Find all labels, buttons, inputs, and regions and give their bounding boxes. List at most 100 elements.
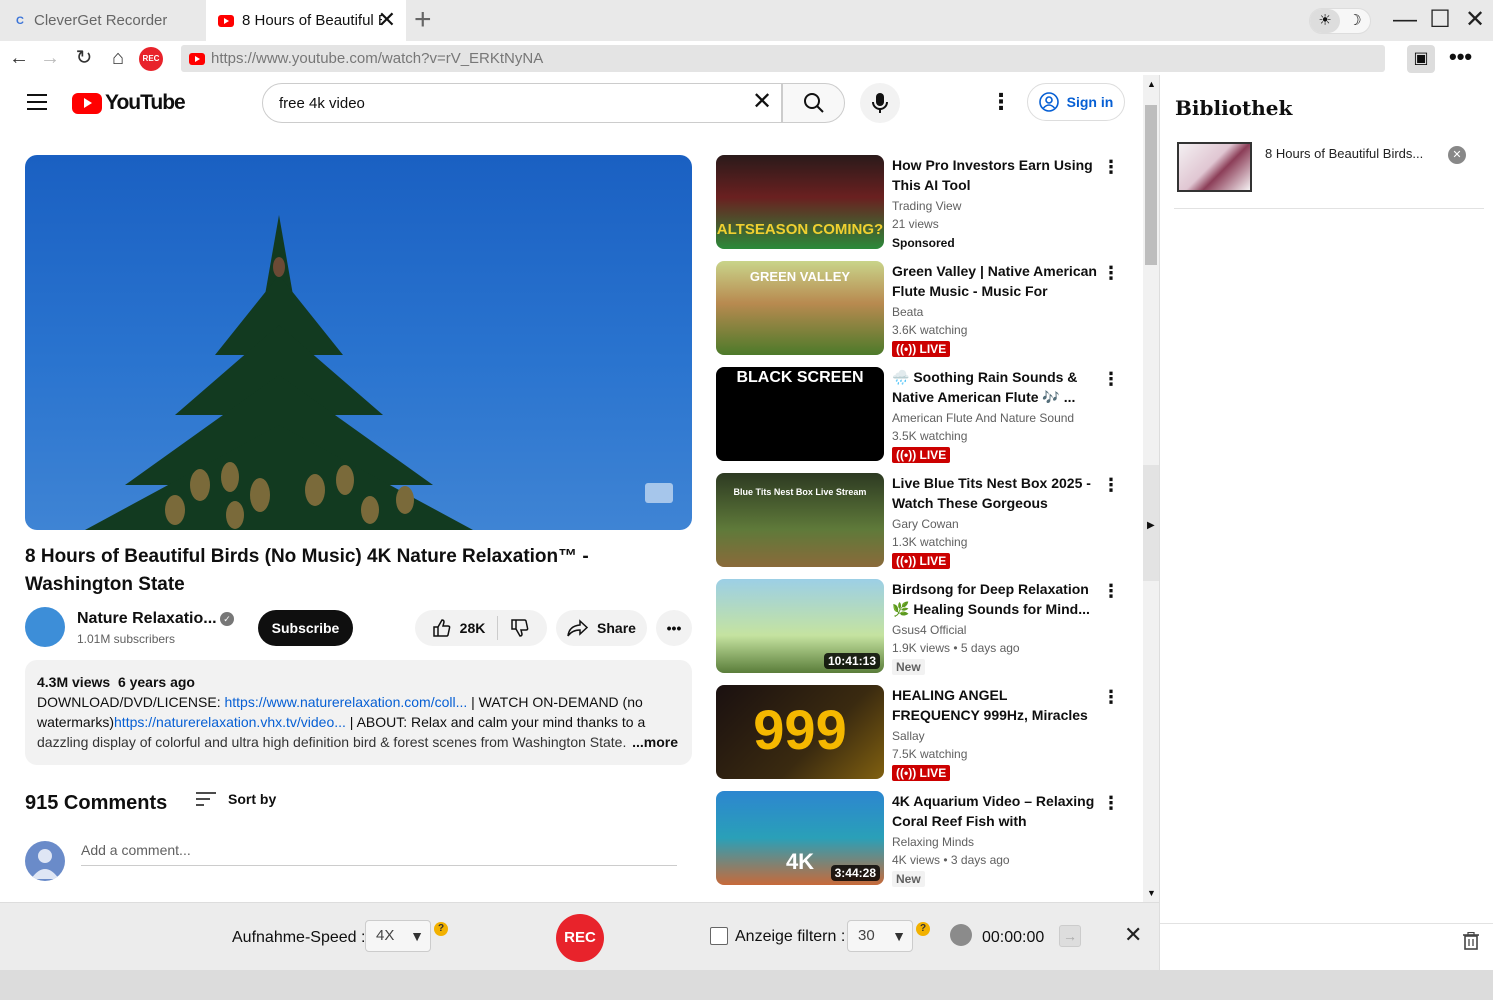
library-item-name[interactable]: 8 Hours of Beautiful Birds...: [1265, 146, 1423, 161]
home-icon[interactable]: ⌂: [105, 46, 131, 70]
close-recorder-icon[interactable]: ✕: [1124, 923, 1142, 947]
share-button[interactable]: Share: [556, 610, 647, 646]
recommendation-title[interactable]: Live Blue Tits Nest Box 2025 - Watch The…: [892, 473, 1097, 513]
recommendation-thumbnail[interactable]: 999: [716, 685, 884, 779]
scroll-up-icon[interactable]: ▲: [1147, 79, 1156, 89]
more-actions-icon[interactable]: •••: [656, 610, 692, 646]
recommendation-channel[interactable]: Gary Cowan: [892, 517, 959, 531]
remove-item-icon[interactable]: ✕: [1448, 146, 1466, 164]
recommendation-title[interactable]: HEALING ANGEL FREQUENCY 999Hz, Miracles …: [892, 685, 1097, 725]
recommendation-channel[interactable]: Relaxing Minds: [892, 835, 974, 849]
minimize-button[interactable]: —: [1390, 6, 1420, 34]
speed-select[interactable]: 4X ▼: [365, 920, 431, 952]
library-toggle-icon[interactable]: ▣: [1407, 45, 1435, 73]
recommendation-stats: 21 views: [892, 217, 939, 231]
forward-icon[interactable]: →: [37, 46, 63, 70]
rec-badge[interactable]: REC: [139, 47, 163, 71]
maximize-button[interactable]: ☐: [1425, 6, 1455, 34]
thumbs-up-icon[interactable]: [432, 618, 452, 638]
more-options-icon[interactable]: ⋮: [1102, 157, 1120, 177]
sun-icon[interactable]: ☀: [1310, 9, 1340, 33]
recommendation-thumbnail[interactable]: BLACK SCREEN: [716, 367, 884, 461]
recommendation-item[interactable]: ALTSEASON COMING? How Pro Investors Earn …: [716, 155, 1136, 251]
recommendation-thumbnail[interactable]: Blue Tits Nest Box Live Stream: [716, 473, 884, 567]
recommendation-badge: Sponsored: [892, 236, 955, 250]
panel-expand-icon[interactable]: ▶: [1147, 520, 1155, 531]
filter-select[interactable]: 30 ▼: [847, 920, 913, 952]
page-scrollbar[interactable]: ▲ ▶ ▼: [1143, 75, 1159, 902]
search-input[interactable]: free 4k video: [262, 83, 782, 123]
description-box[interactable]: 4.3M views 6 years ago DOWNLOAD/DVD/LICE…: [25, 660, 692, 765]
more-options-icon[interactable]: ⋮: [1102, 581, 1120, 601]
record-button[interactable]: REC: [556, 914, 604, 962]
recommendation-title[interactable]: Birdsong for Deep Relaxation 🌿 Healing S…: [892, 579, 1097, 619]
recommendation-title[interactable]: How Pro Investors Earn Using This AI Too…: [892, 155, 1097, 195]
library-item[interactable]: 8 Hours of Beautiful Birds... ✕: [1174, 136, 1484, 209]
recommendation-item[interactable]: Blue Tits Nest Box Live Stream Live Blue …: [716, 473, 1136, 569]
tab-cleverget-recorder[interactable]: C CleverGet Recorder: [0, 0, 204, 41]
recommendation-item[interactable]: 4K 3:44:28 4K Aquarium Video – Relaxing Co…: [716, 791, 1136, 887]
recommendation-channel[interactable]: Sallay: [892, 729, 925, 743]
recommendation-thumbnail[interactable]: ALTSEASON COMING?: [716, 155, 884, 249]
recommendation-title[interactable]: 🌧️ Soothing Rain Sounds & Native America…: [892, 367, 1097, 407]
desc-text: | WATCH ON-DEMAND (no: [467, 694, 643, 710]
menu-dots-icon[interactable]: •••: [1449, 45, 1472, 69]
scroll-down-icon[interactable]: ▼: [1147, 888, 1156, 898]
trash-icon[interactable]: [1463, 931, 1479, 955]
search-button[interactable]: [782, 83, 845, 123]
more-options-icon[interactable]: ⋮: [1102, 475, 1120, 495]
library-divider: [1160, 923, 1493, 924]
video-player[interactable]: [25, 155, 692, 530]
recommendation-badge: ((•)) LIVE: [892, 765, 951, 781]
desc-link[interactable]: https://naturerelaxation.vhx.tv/video...: [114, 714, 346, 730]
comment-input[interactable]: Add a comment...: [81, 842, 677, 866]
thumbs-down-icon[interactable]: [510, 618, 530, 638]
subscribe-button[interactable]: Subscribe: [258, 610, 353, 646]
recommendation-thumbnail[interactable]: 10:41:13: [716, 579, 884, 673]
recommendation-channel[interactable]: Beata: [892, 305, 923, 319]
like-count[interactable]: 28K: [460, 620, 486, 636]
sign-in-button[interactable]: Sign in: [1027, 83, 1125, 121]
recommendation-item[interactable]: 10:41:13 Birdsong for Deep Relaxation 🌿 H…: [716, 579, 1136, 675]
recommendation-item[interactable]: GREEN VALLEY Green Valley | Native Americ…: [716, 261, 1136, 357]
settings-dots-icon[interactable]: ⋮: [990, 89, 1012, 115]
recommendation-channel[interactable]: Trading View: [892, 199, 961, 213]
next-arrow-icon[interactable]: →: [1059, 925, 1081, 947]
moon-icon[interactable]: ☽: [1340, 9, 1370, 33]
recommendation-channel[interactable]: American Flute And Nature Sound: [892, 411, 1074, 425]
scroll-thumb[interactable]: [1145, 105, 1157, 265]
url-bar[interactable]: https://www.youtube.com/watch?v=rV_ERKtN…: [181, 45, 1385, 72]
channel-name[interactable]: Nature Relaxatio...: [77, 610, 217, 628]
show-more-link[interactable]: ...more: [628, 732, 678, 752]
recommendation-title[interactable]: Green Valley | Native American Flute Mus…: [892, 261, 1097, 301]
close-window-button[interactable]: ✕: [1460, 6, 1490, 34]
recommendation-thumbnail[interactable]: 4K 3:44:28: [716, 791, 884, 885]
recommendation-item[interactable]: BLACK SCREEN 🌧️ Soothing Rain Sounds & Na…: [716, 367, 1136, 463]
more-options-icon[interactable]: ⋮: [1102, 369, 1120, 389]
voice-search-button[interactable]: [860, 83, 900, 123]
clear-search-icon[interactable]: ✕: [752, 89, 772, 115]
recommendation-thumbnail[interactable]: GREEN VALLEY: [716, 261, 884, 355]
youtube-logo[interactable]: YouTube: [72, 91, 186, 115]
more-options-icon[interactable]: ⋮: [1102, 793, 1120, 813]
recommendation-item[interactable]: 999 HEALING ANGEL FREQUENCY 999Hz, Miracl…: [716, 685, 1136, 781]
more-options-icon[interactable]: ⋮: [1102, 687, 1120, 707]
recommendation-title[interactable]: 4K Aquarium Video – Relaxing Coral Reef …: [892, 791, 1097, 831]
tab-youtube-video[interactable]: 8 Hours of Beautiful Birds ✕: [206, 0, 406, 41]
recommendation-channel[interactable]: Gsus4 Official: [892, 623, 966, 637]
channel-avatar[interactable]: [25, 607, 65, 647]
desc-link[interactable]: https://www.naturerelaxation.com/coll...: [224, 694, 467, 710]
filter-ads-checkbox[interactable]: [710, 927, 728, 945]
close-tab-icon[interactable]: ✕: [378, 9, 396, 31]
library-item-thumbnail[interactable]: [1177, 142, 1252, 192]
back-icon[interactable]: ←: [6, 46, 32, 70]
search-value: free 4k video: [279, 94, 365, 112]
help-icon[interactable]: ?: [916, 922, 930, 936]
hamburger-menu-icon[interactable]: [27, 94, 47, 115]
theme-toggle[interactable]: ☀ ☽: [1309, 8, 1371, 34]
help-icon[interactable]: ?: [434, 922, 448, 936]
sort-by-button[interactable]: Sort by: [196, 791, 276, 807]
more-options-icon[interactable]: ⋮: [1102, 263, 1120, 283]
reload-icon[interactable]: ↻: [71, 46, 97, 70]
new-tab-button[interactable]: +: [414, 5, 432, 35]
